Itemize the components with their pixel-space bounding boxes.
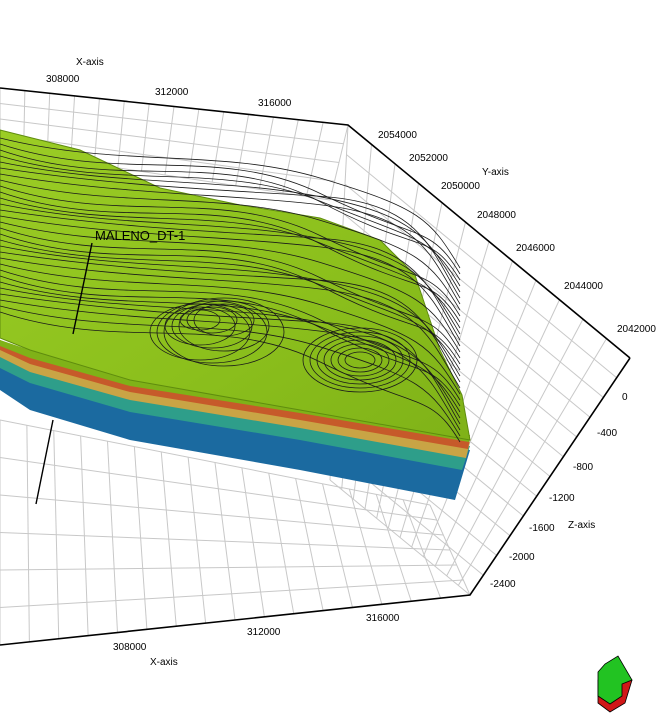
z-tick-label: -400 — [597, 428, 617, 439]
well-label: MALENO_DT-1 — [95, 228, 185, 243]
x-tick-label: 316000 — [258, 98, 292, 109]
z-ticks: 0 -400 -800 -1200 -1600 -2000 -2400 — [490, 392, 628, 590]
z-tick-label: -2000 — [509, 552, 535, 563]
orientation-arrow-icon[interactable] — [597, 655, 633, 713]
x-tick-label: 308000 — [46, 74, 80, 85]
y-tick-label: 2054000 — [378, 130, 417, 141]
z-tick-label: -800 — [573, 462, 593, 473]
z-tick-label: -1600 — [529, 523, 555, 534]
z-axis-title: Z-axis — [568, 520, 595, 531]
x-tick-label: 308000 — [113, 642, 147, 653]
y-tick-label: 2046000 — [516, 243, 555, 254]
z-tick-label: 0 — [622, 392, 628, 403]
y-axis-title: Y-axis — [482, 167, 509, 178]
y-tick-label: 2044000 — [564, 281, 603, 292]
x-tick-label: 316000 — [366, 613, 400, 624]
x-ticks-top: 308000 312000 316000 — [46, 74, 292, 109]
y-tick-label: 2052000 — [409, 153, 448, 164]
z-tick-label: -2400 — [490, 579, 516, 590]
x-axis-title-top: X-axis — [76, 57, 104, 68]
y-tick-label: 2050000 — [441, 181, 480, 192]
z-tick-label: -1200 — [549, 493, 575, 504]
y-tick-label: 2042000 — [617, 324, 656, 335]
x-tick-label: 312000 — [247, 627, 281, 638]
3d-viewport[interactable]: MALENO_DT-1 X-axis Y-axis Z-axis X-axis … — [0, 0, 670, 720]
y-tick-label: 2048000 — [477, 210, 516, 221]
x-tick-label: 312000 — [155, 87, 189, 98]
x-ticks-bottom: 308000 312000 316000 — [113, 613, 400, 653]
x-axis-title-bottom: X-axis — [150, 657, 178, 668]
